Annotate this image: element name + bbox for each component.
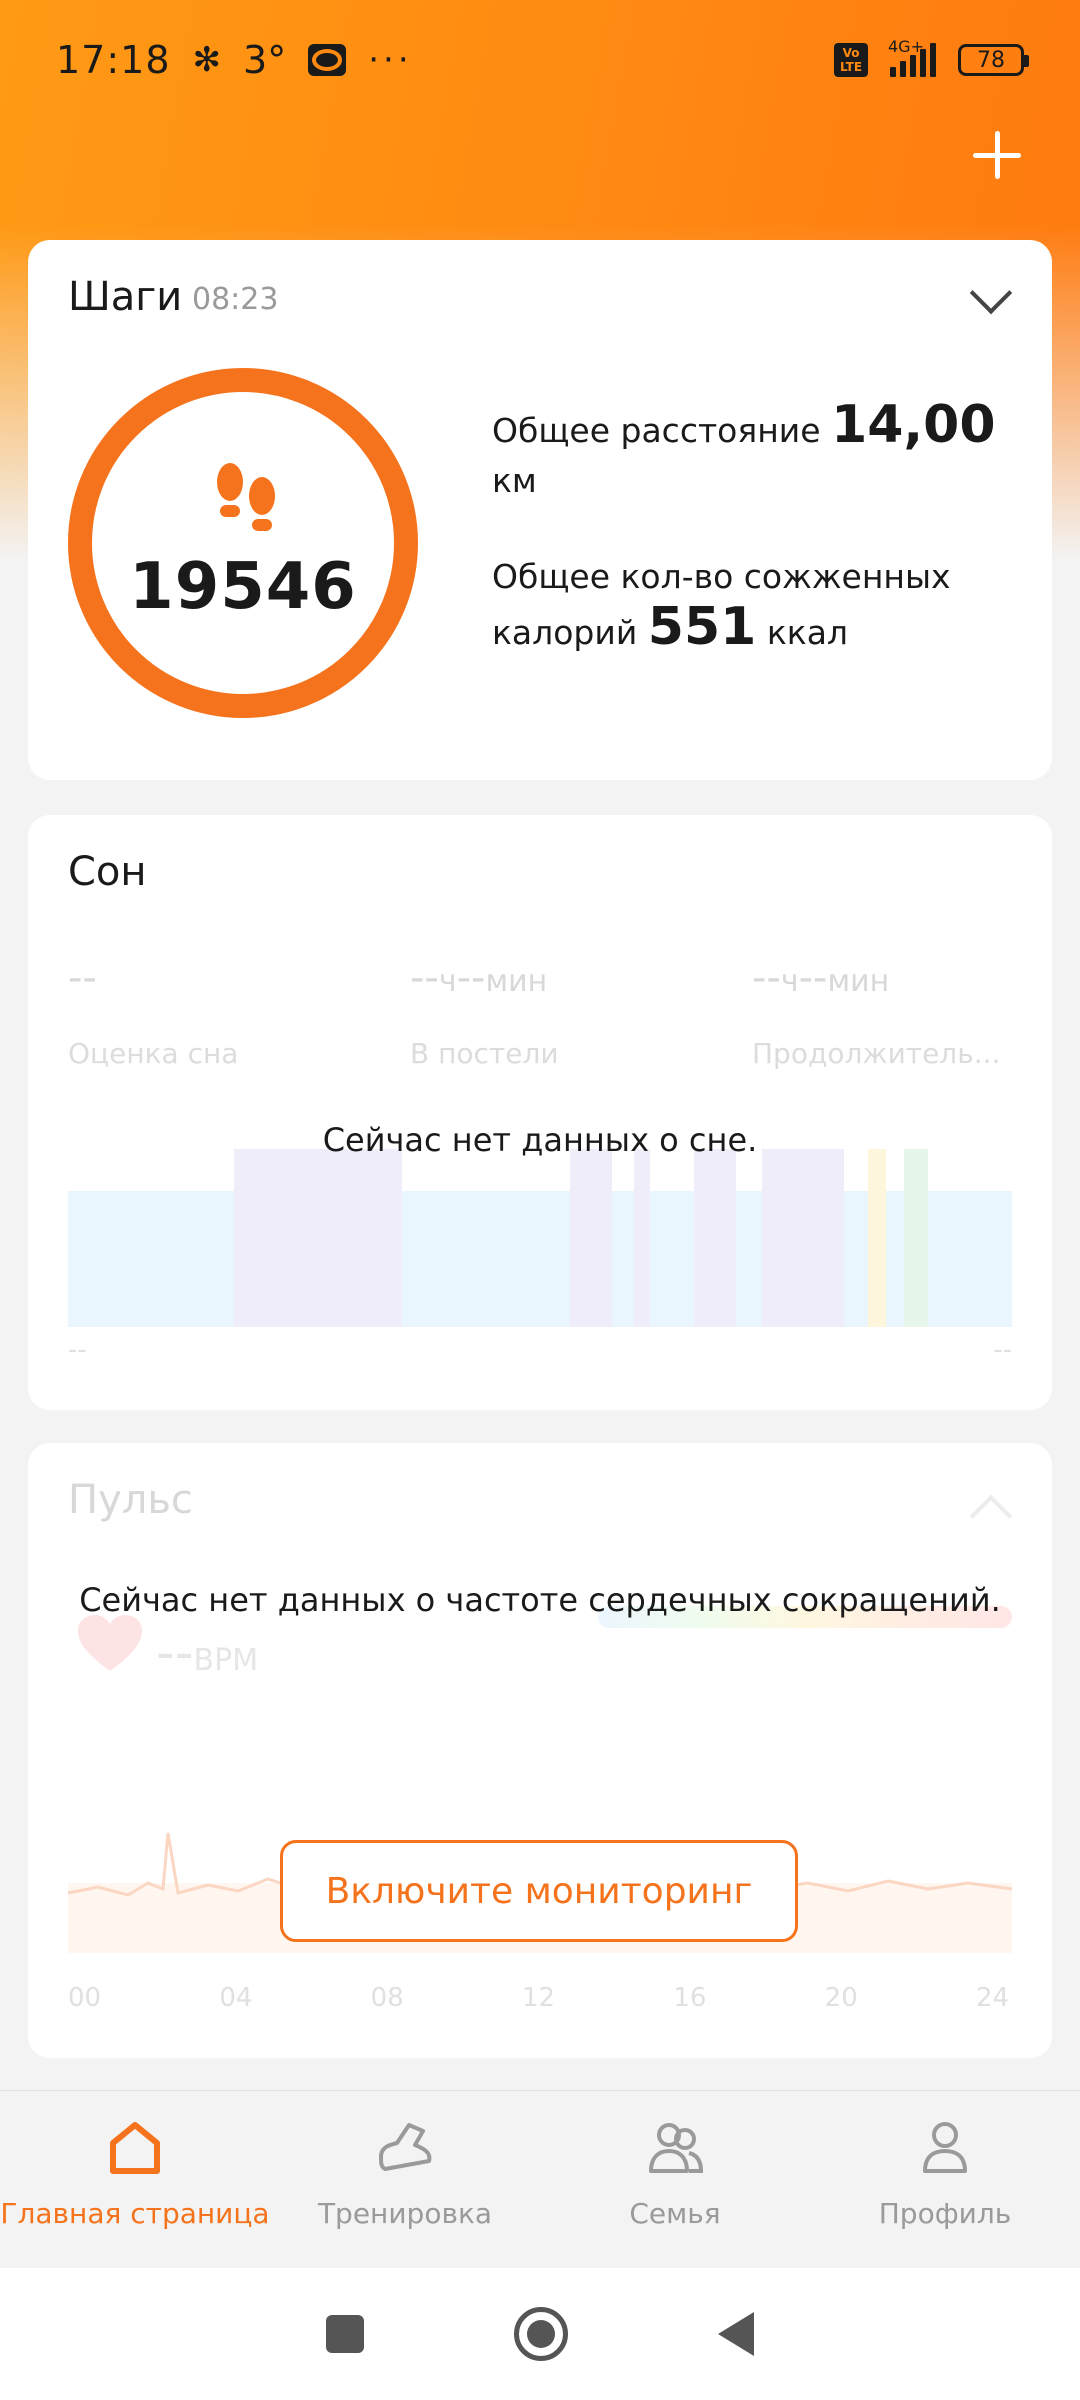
battery-level: 78	[977, 47, 1005, 73]
heart-icon	[78, 1615, 142, 1671]
distance-label: Общее расстояние	[492, 411, 821, 450]
plus-icon-vertical	[994, 131, 1000, 179]
sleep-axis-end: --	[993, 1335, 1012, 1365]
distance-unit: км	[492, 461, 537, 500]
bottom-navigation: Главная страница Тренировка Семья Профил…	[0, 2090, 1080, 2268]
sleep-card[interactable]: Сон -- --ч--мин --ч--мин Оценка сна В по…	[28, 815, 1052, 1410]
calories-unit: ккал	[766, 613, 849, 652]
nav-home-label: Главная страница	[0, 2197, 270, 2230]
nav-workout[interactable]: Тренировка	[270, 2091, 540, 2269]
nav-family-label: Семья	[629, 2197, 721, 2230]
volte-icon: Vo LTE	[834, 43, 868, 77]
duration-label: Продолжитель...	[752, 1037, 1001, 1070]
bpm-value: --BPM	[156, 1623, 259, 1683]
pulse-empty-message: Сейчас нет данных о частоте сердечных со…	[79, 1581, 1001, 1619]
signal-icon: 4G+	[888, 37, 936, 77]
steps-card[interactable]: Шаги 08:23 19546 Общее расстояние 14,00 …	[28, 240, 1052, 780]
chevron-up-icon[interactable]	[969, 1494, 1013, 1538]
steps-time: 08:23	[192, 282, 279, 317]
home-button[interactable]	[514, 2307, 568, 2361]
footprints-icon	[217, 463, 275, 531]
nav-profile-label: Профиль	[878, 2197, 1012, 2230]
nav-profile[interactable]: Профиль	[810, 2091, 1080, 2269]
hour-label: 08	[370, 1983, 404, 2013]
hour-label: 24	[976, 1983, 1010, 2013]
total-distance: Общее расстояние 14,00 км	[492, 399, 1022, 506]
recent-apps-button[interactable]	[326, 2315, 364, 2353]
hour-label: 16	[673, 1983, 707, 2013]
sneaker-icon	[379, 2123, 432, 2171]
family-icon	[649, 2123, 704, 2173]
back-button[interactable]	[718, 2312, 754, 2356]
sleep-axis-start: --	[68, 1335, 87, 1365]
steps-count: 19546	[129, 550, 357, 624]
sleep-score-value: --	[68, 955, 97, 1001]
nav-family[interactable]: Семья	[540, 2091, 810, 2269]
in-bed-label: В постели	[410, 1037, 559, 1070]
sleep-chart-placeholder	[68, 1149, 1012, 1327]
pulse-hour-labels: 00 04 08 12 16 20 24	[68, 1983, 1012, 2023]
sleep-empty-message: Сейчас нет данных о сне.	[322, 1121, 758, 1159]
distance-value: 14,00	[831, 395, 996, 455]
duration-value: --ч--мин	[752, 955, 890, 1001]
calories-value: 551	[647, 597, 757, 657]
pulse-title: Пульс	[68, 1477, 193, 1523]
chevron-down-icon[interactable]	[969, 271, 1013, 315]
steps-title: Шаги	[68, 274, 183, 320]
status-time: 17:18	[56, 38, 171, 82]
status-bar: 17:18 ✻ 3° ··· Vo LTE 4G+ 78	[0, 0, 1080, 120]
battery-icon: 78	[958, 44, 1029, 76]
nav-workout-label: Тренировка	[317, 2197, 493, 2230]
total-calories: Общее кол-во сожженных калорий 551 ккал	[492, 552, 1022, 658]
home-icon	[110, 2122, 160, 2174]
sleep-title: Сон	[68, 849, 147, 895]
pulse-card[interactable]: Пульс --BPM Сейчас нет данных о частоте …	[28, 1443, 1052, 2058]
app-notification-icon	[308, 44, 347, 76]
sleep-score-label: Оценка сна	[68, 1037, 239, 1070]
slack-icon: ✻	[192, 40, 222, 80]
in-bed-value: --ч--мин	[410, 955, 548, 1001]
add-button[interactable]	[962, 120, 1032, 190]
hour-label: 04	[219, 1983, 253, 2013]
network-type: 4G+	[888, 37, 924, 56]
hour-label: 00	[68, 1983, 102, 2013]
nav-home[interactable]: Главная страница	[0, 2091, 270, 2269]
profile-icon	[923, 2122, 967, 2173]
steps-ring	[68, 368, 418, 718]
temperature: 3°	[243, 38, 287, 82]
system-navigation-bar	[0, 2268, 1080, 2400]
more-notifications-icon: ···	[368, 40, 413, 80]
hour-label: 12	[522, 1983, 556, 2013]
enable-monitoring-button[interactable]: Включите мониторинг	[280, 1840, 798, 1942]
hour-label: 20	[824, 1983, 858, 2013]
